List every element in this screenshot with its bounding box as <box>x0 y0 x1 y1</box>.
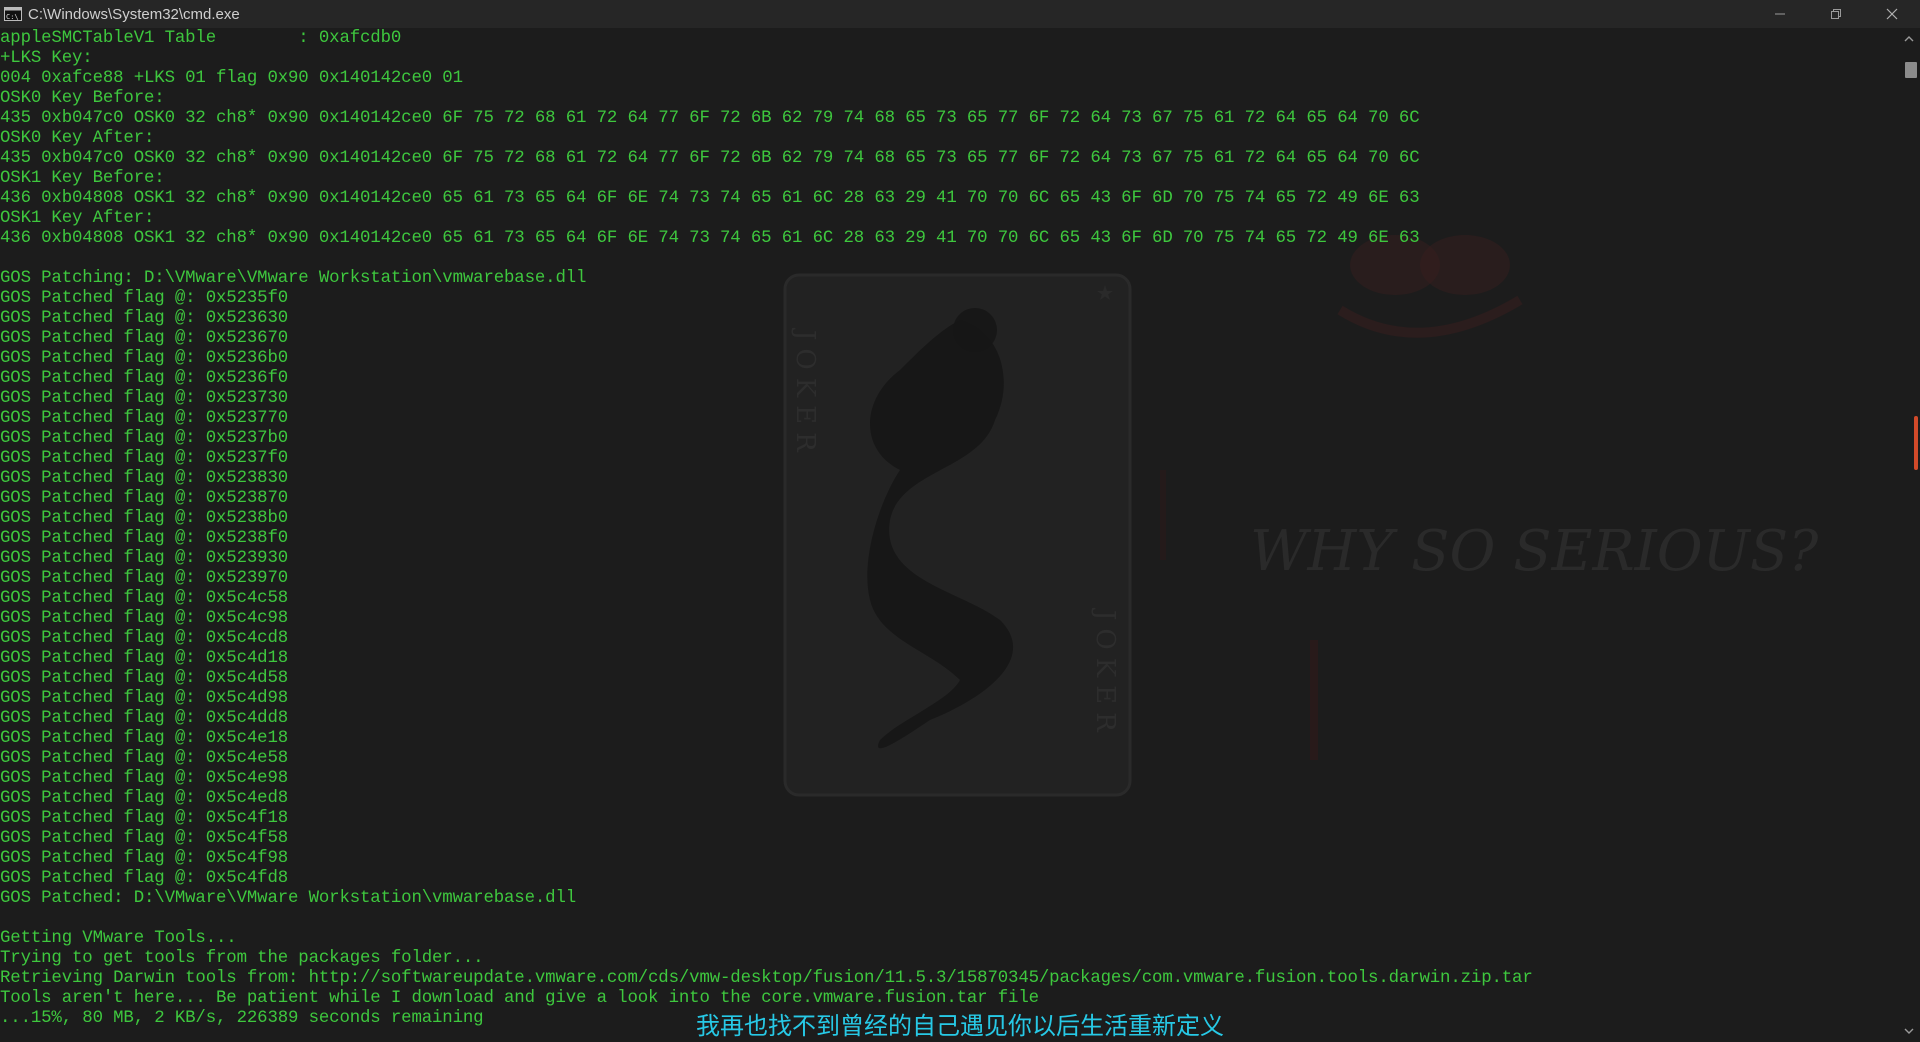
console-line: GOS Patched: D:\VMware\VMware Workstatio… <box>0 889 577 908</box>
subtitle-overlay: 我再也找不到曾经的自己遇见你以后生活重新定义 <box>696 1012 1224 1040</box>
scroll-position-marker <box>1914 416 1918 470</box>
console-line: GOS Patched flag @: 0x5237f0 <box>0 449 289 468</box>
console-line: GOS Patched flag @: 0x523970 <box>0 569 289 588</box>
console-line: GOS Patched flag @: 0x523930 <box>0 549 289 568</box>
close-button[interactable] <box>1864 0 1920 28</box>
console-line: GOS Patched flag @: 0x5236b0 <box>0 349 289 368</box>
console-line: Trying to get tools from the packages fo… <box>0 949 484 968</box>
svg-text:C:\: C:\ <box>6 13 19 21</box>
window-title: C:\Windows\System32\cmd.exe <box>28 5 240 23</box>
minimize-button[interactable] <box>1752 0 1808 28</box>
console-line: OSK1 Key Before: <box>0 169 165 188</box>
console-line: GOS Patched flag @: 0x5c4dd8 <box>0 709 289 728</box>
console-line: Retrieving Darwin tools from: http://sof… <box>0 969 1533 988</box>
title-bar[interactable]: C:\ C:\Windows\System32\cmd.exe <box>0 0 1920 28</box>
console-line: GOS Patching: D:\VMware\VMware Workstati… <box>0 269 587 288</box>
minimize-icon <box>1775 13 1785 15</box>
console-line: GOS Patched flag @: 0x5c4f18 <box>0 809 289 828</box>
restore-button[interactable] <box>1808 0 1864 28</box>
console-line: 436 0xb04808 OSK1 32 ch8* 0x90 0x140142c… <box>0 229 1420 248</box>
console-line: 004 0xafce88 +LKS 01 flag 0x90 0x140142c… <box>0 69 463 88</box>
console-line: OSK0 Key Before: <box>0 89 165 108</box>
console-line: appleSMCTableV1 Table : 0xafcdb0 <box>0 29 402 48</box>
console-line: GOS Patched flag @: 0x5c4d98 <box>0 689 289 708</box>
console-line: GOS Patched flag @: 0x5c4c58 <box>0 589 289 608</box>
console-line: GOS Patched flag @: 0x5c4f98 <box>0 849 289 868</box>
console-line: GOS Patched flag @: 0x5238f0 <box>0 529 289 548</box>
console-line: GOS Patched flag @: 0x5c4d18 <box>0 649 289 668</box>
vertical-scrollbar[interactable] <box>1898 28 1920 1042</box>
console-line: GOS Patched flag @: 0x5235f0 <box>0 289 289 308</box>
console-line: Getting VMware Tools... <box>0 929 237 948</box>
window-controls <box>1752 0 1920 28</box>
console-line: GOS Patched flag @: 0x5c4d58 <box>0 669 289 688</box>
console-line: Tools aren't here... Be patient while I … <box>0 989 1039 1008</box>
console-line: GOS Patched flag @: 0x523630 <box>0 309 289 328</box>
console-line: GOS Patched flag @: 0x5c4f58 <box>0 829 289 848</box>
console-line: +LKS Key: <box>0 49 93 68</box>
console-line: GOS Patched flag @: 0x523770 <box>0 409 289 428</box>
console-line: OSK1 Key After: <box>0 209 155 228</box>
console-line: GOS Patched flag @: 0x523870 <box>0 489 289 508</box>
console-line: GOS Patched flag @: 0x5238b0 <box>0 509 289 528</box>
console-line: GOS Patched flag @: 0x5c4e18 <box>0 729 289 748</box>
console-output[interactable]: appleSMCTableV1 Table : 0xafcdb0 +LKS Key… <box>0 29 1895 1042</box>
console-line: GOS Patched flag @: 0x5c4cd8 <box>0 629 289 648</box>
console-line: GOS Patched flag @: 0x5c4fd8 <box>0 869 289 888</box>
cmd-icon: C:\ <box>4 7 22 21</box>
console-line: GOS Patched flag @: 0x5c4e58 <box>0 749 289 768</box>
scroll-thumb[interactable] <box>1905 62 1917 78</box>
restore-icon <box>1831 9 1841 19</box>
console-line: GOS Patched flag @: 0x5c4c98 <box>0 609 289 628</box>
console-line: GOS Patched flag @: 0x523670 <box>0 329 289 348</box>
console-line: GOS Patched flag @: 0x523830 <box>0 469 289 488</box>
console-line: GOS Patched flag @: 0x5237b0 <box>0 429 289 448</box>
close-icon <box>1886 8 1898 20</box>
scroll-up-arrow-icon[interactable] <box>1902 32 1916 46</box>
console-line: 435 0xb047c0 OSK0 32 ch8* 0x90 0x140142c… <box>0 149 1420 168</box>
console-line: OSK0 Key After: <box>0 129 155 148</box>
console-line: GOS Patched flag @: 0x5236f0 <box>0 369 289 388</box>
console-line: 435 0xb047c0 OSK0 32 ch8* 0x90 0x140142c… <box>0 109 1420 128</box>
console-line: GOS Patched flag @: 0x5c4e98 <box>0 769 289 788</box>
console-line: 436 0xb04808 OSK1 32 ch8* 0x90 0x140142c… <box>0 189 1420 208</box>
console-line: GOS Patched flag @: 0x523730 <box>0 389 289 408</box>
console-line: GOS Patched flag @: 0x5c4ed8 <box>0 789 289 808</box>
cmd-window: JOKER JOKER WHY SO SERIOUS? C:\ C:\Windo… <box>0 0 1920 1042</box>
